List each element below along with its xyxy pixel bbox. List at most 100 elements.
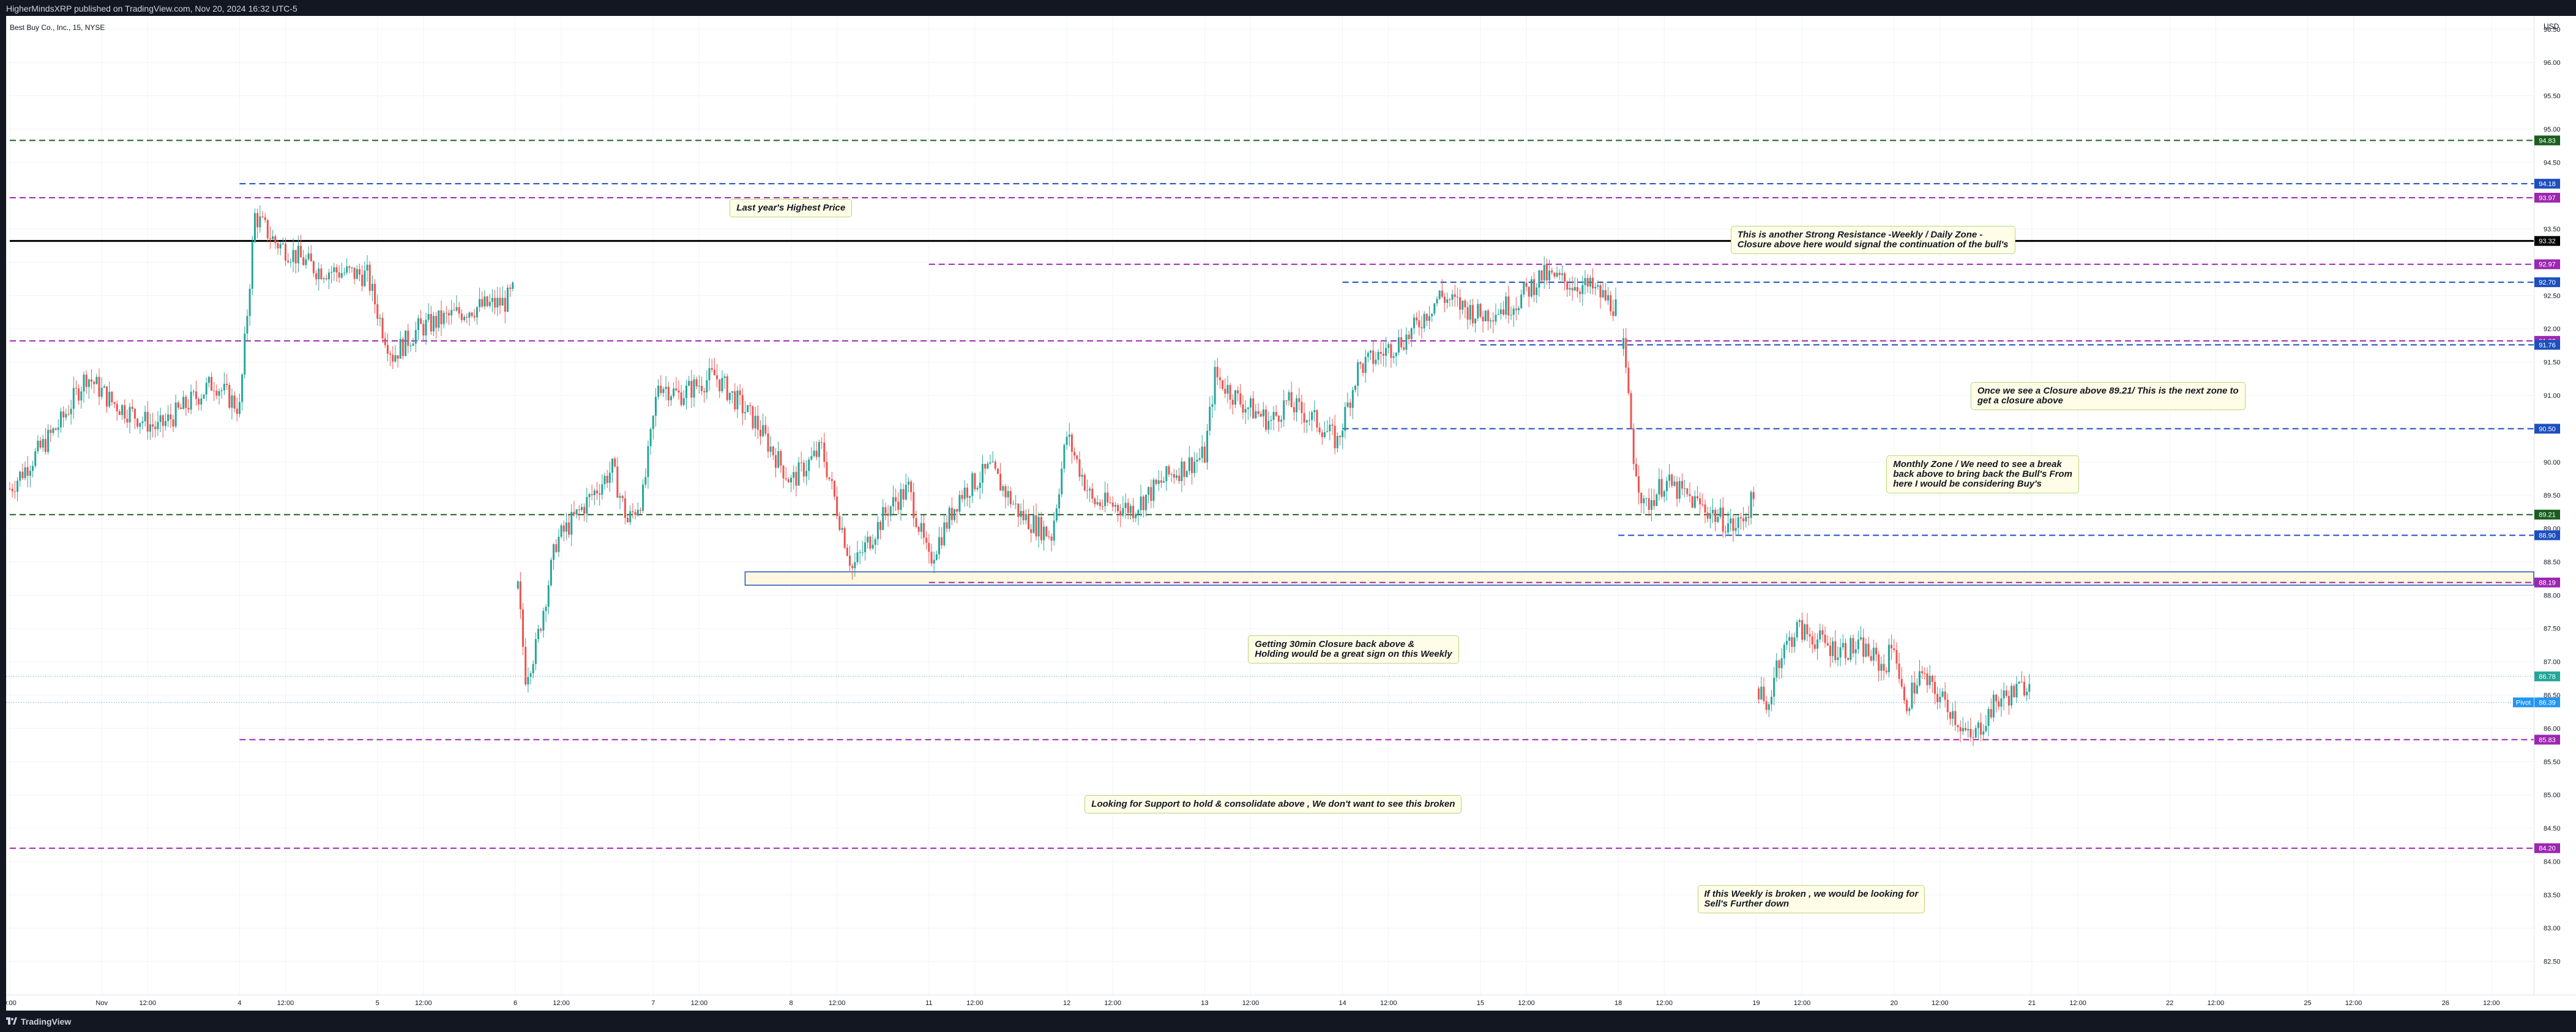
annotation-note[interactable]: Getting 30min Closure back above & Holdin… [1248, 635, 1459, 664]
candle-body [922, 523, 925, 538]
candle-body [422, 324, 425, 336]
candle-body [971, 473, 974, 496]
annotation-note[interactable]: This is another Strong Resistance -Weekl… [1730, 225, 2015, 254]
candle-body [1331, 424, 1334, 426]
candle-body [479, 299, 481, 307]
candle-body [1308, 420, 1310, 421]
candle-body [149, 424, 151, 432]
candle-body [1423, 313, 1425, 329]
candle-body [701, 386, 703, 391]
candle-body [164, 421, 166, 426]
candle-body [910, 481, 913, 492]
candle-body [859, 552, 861, 553]
candle-body [2007, 695, 2010, 706]
candle-body [966, 487, 968, 498]
candle-body [1750, 492, 1752, 518]
candle-body [57, 427, 59, 430]
candle-body [810, 456, 813, 460]
candle-body [673, 388, 675, 397]
candle-body [65, 414, 67, 418]
candle-body [460, 313, 463, 320]
annotation-note[interactable]: Looking for Support to hold & consolidat… [1085, 795, 1462, 813]
candle-body [172, 419, 174, 427]
candle-body [833, 480, 835, 497]
candle-body [1648, 498, 1650, 510]
candle-body [47, 430, 50, 452]
time-tick-label: 21 [2028, 1000, 2036, 1007]
candle-body [920, 523, 922, 532]
level-price-label: 90.50 [2539, 425, 2556, 433]
candle-body [1188, 457, 1190, 471]
candle-body [162, 415, 164, 426]
candlestick-chart[interactable]: 96.5096.0095.5095.0094.5094.0093.5093.00… [0, 0, 2576, 1032]
candle-body [231, 395, 233, 408]
candle-body [70, 408, 72, 414]
candle-body [719, 379, 721, 392]
annotation-note[interactable]: Monthly Zone / We need to see a break bac… [1886, 455, 2079, 493]
annotation-note[interactable]: Last year's Highest Price [730, 199, 853, 218]
candle-body [667, 386, 670, 400]
annotation-note[interactable]: Once we see a Closure above 89.21/ This … [1970, 382, 2246, 411]
candle-body [2023, 681, 2025, 696]
candle-body [1551, 271, 1553, 273]
candle-body [821, 442, 823, 443]
time-tick-label: Nov [95, 1000, 108, 1007]
candle-body [488, 302, 491, 306]
candle-body [573, 512, 575, 515]
candle-body [1231, 399, 1234, 405]
candle-body [1336, 436, 1338, 449]
annotation-line: get a closure above [1977, 395, 2063, 406]
candle-body [1612, 311, 1615, 316]
candle-body [1370, 350, 1372, 353]
time-tick-label: 12:00 [553, 1000, 570, 1007]
candle-body [1229, 384, 1231, 400]
candle-body [1758, 688, 1760, 700]
candle-body [974, 473, 976, 490]
candle-body [1936, 694, 1939, 703]
candle-body [1344, 406, 1346, 431]
candle-body [504, 297, 506, 312]
candle-body [1165, 466, 1168, 482]
candle-body [1262, 409, 1264, 417]
candle-body [693, 379, 695, 398]
candle-body [1722, 507, 1724, 532]
level-price-label: 91.76 [2539, 342, 2556, 349]
candle-body [1770, 697, 1772, 705]
candle-body [129, 406, 131, 423]
candle-body [78, 388, 80, 401]
candle-body [652, 416, 654, 429]
candle-body [1870, 656, 1872, 661]
candle-body [537, 629, 540, 640]
candle-body [1538, 270, 1540, 288]
candle-body [62, 411, 65, 418]
candle-body [1826, 643, 1829, 646]
candle-body [2028, 684, 2031, 692]
candle-body [211, 376, 213, 391]
candle-body [458, 307, 460, 314]
candle-body [1007, 491, 1009, 498]
candle-body [315, 273, 318, 280]
candle-body [491, 297, 493, 302]
candle-body [29, 471, 31, 476]
candle-body [111, 391, 113, 403]
candle-body [1178, 475, 1181, 481]
candle-body [310, 253, 312, 261]
candle-body [1342, 430, 1344, 438]
candle-body [856, 552, 859, 563]
annotation-note[interactable]: If this Weekly is broken , we would be l… [1697, 884, 1925, 913]
candle-body [384, 338, 386, 345]
candle-body [376, 304, 379, 319]
candle-body [1459, 297, 1462, 310]
candle-body [98, 376, 100, 397]
candle-body [851, 566, 854, 569]
candle-body [1686, 488, 1689, 495]
candle-body [52, 428, 54, 433]
candle-body [1244, 409, 1247, 413]
candle-body [1597, 285, 1599, 287]
candle-body [1668, 474, 1671, 481]
candle-body [616, 466, 619, 498]
support-zone [744, 571, 2534, 586]
candle-body [420, 318, 422, 324]
candle-body [1796, 622, 1798, 638]
time-tick-label: 12:00 [2069, 1000, 2086, 1007]
